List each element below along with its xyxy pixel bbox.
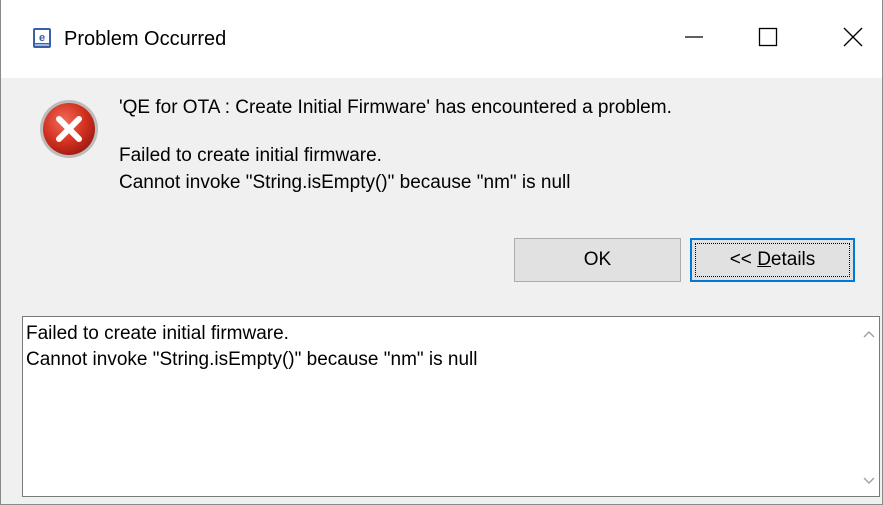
scroll-up-icon[interactable] (862, 327, 876, 341)
message-line-1: Failed to create initial firmware. (119, 145, 382, 166)
maximize-button[interactable] (739, 14, 797, 64)
app-icon: e (32, 27, 52, 49)
svg-text:e: e (39, 32, 45, 44)
ok-button[interactable]: OK (514, 238, 681, 282)
message-line-2: Cannot invoke "String.isEmpty()" because… (119, 172, 571, 193)
maximize-icon (758, 27, 778, 52)
error-icon (37, 97, 101, 161)
message-title: 'QE for OTA : Create Initial Firmware' h… (119, 97, 672, 118)
close-icon (843, 27, 863, 52)
minimize-button[interactable] (665, 14, 723, 64)
details-text-area[interactable]: Failed to create initial firmware. Canno… (22, 316, 880, 497)
problem-dialog: e Problem Occurred 'QE for OTA: Create … (0, 0, 883, 505)
vertical-scrollbar[interactable] (859, 317, 879, 496)
minimize-icon (684, 27, 704, 52)
details-button-label: << Details (729, 249, 816, 270)
window-title: Problem Occurred (64, 28, 227, 50)
close-button[interactable] (824, 14, 882, 64)
scroll-down-icon[interactable] (862, 474, 876, 488)
title-bar[interactable]: e Problem Occurred (1, 0, 882, 78)
details-button[interactable]: << Details (690, 238, 855, 282)
details-text: Failed to create initial firmware. Canno… (26, 323, 478, 370)
